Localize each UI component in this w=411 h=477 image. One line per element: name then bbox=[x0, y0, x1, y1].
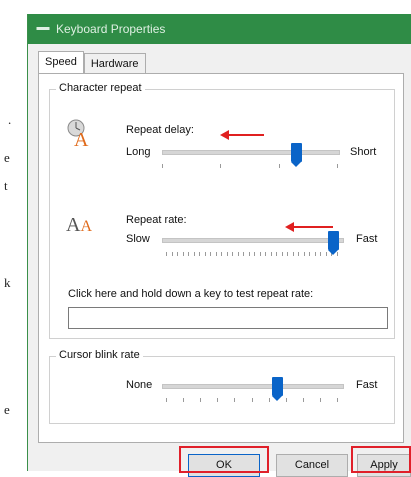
slider-tick bbox=[303, 252, 305, 256]
slider-tick bbox=[337, 398, 338, 402]
slider-tick bbox=[200, 398, 202, 402]
cursor-blink-thumb[interactable] bbox=[271, 377, 283, 401]
cancel-button[interactable]: Cancel bbox=[276, 454, 348, 477]
slider-tick bbox=[166, 252, 167, 256]
delay-clock-a-icon: A bbox=[67, 119, 89, 148]
slider-tick bbox=[243, 252, 245, 256]
slider-tick bbox=[314, 252, 316, 256]
keyboard-properties-window: Keyboard Properties Speed Hardware Chara… bbox=[27, 14, 411, 477]
character-repeat-group: Character repeat A Repeat delay: Long Sh… bbox=[49, 82, 395, 339]
slider-tick bbox=[270, 252, 272, 256]
slider-ticks bbox=[162, 164, 338, 169]
slider-track bbox=[162, 238, 344, 243]
slider-tick bbox=[298, 252, 300, 256]
ok-highlight-box bbox=[179, 446, 269, 473]
repeat-delay-thumb[interactable] bbox=[290, 143, 302, 167]
background-text: . bbox=[8, 112, 12, 127]
cursor-blink-none-label: None bbox=[126, 379, 153, 391]
slider-tick bbox=[337, 164, 338, 168]
slider-tick bbox=[265, 252, 267, 256]
slider-tick bbox=[215, 252, 217, 256]
repeat-rate-thumb[interactable] bbox=[327, 231, 339, 255]
slider-tick bbox=[287, 252, 289, 256]
repeat-rate-fast-label: Fast bbox=[356, 233, 378, 245]
tab-speed[interactable]: Speed bbox=[38, 51, 84, 74]
slider-tick bbox=[221, 252, 223, 256]
background-text: t bbox=[4, 178, 8, 193]
slider-tick bbox=[182, 252, 184, 256]
slider-tick bbox=[278, 164, 280, 168]
red-arrow-annotation bbox=[220, 130, 264, 140]
repeat-rate-slow-label: Slow bbox=[126, 233, 150, 245]
slider-tick bbox=[281, 252, 283, 256]
red-arrow-annotation bbox=[285, 222, 333, 232]
slider-tick bbox=[177, 252, 179, 256]
svg-text:A: A bbox=[74, 129, 89, 148]
slider-track bbox=[162, 384, 344, 389]
slider-tick bbox=[292, 252, 294, 256]
slider-tick bbox=[248, 252, 250, 256]
character-repeat-label: Character repeat bbox=[56, 82, 145, 94]
slider-tick bbox=[162, 164, 163, 168]
cursor-blink-label: Cursor blink rate bbox=[56, 349, 143, 361]
slider-tick bbox=[183, 398, 185, 402]
slider-tick bbox=[237, 252, 239, 256]
slider-ticks bbox=[166, 398, 338, 403]
title-bar[interactable]: Keyboard Properties bbox=[28, 14, 411, 44]
test-repeat-input[interactable] bbox=[68, 307, 388, 329]
slider-tick bbox=[217, 398, 219, 402]
background-text: e bbox=[4, 150, 10, 165]
slider-tick bbox=[166, 398, 167, 402]
slider-ticks bbox=[166, 252, 338, 257]
slider-tick bbox=[171, 252, 173, 256]
slider-tick bbox=[210, 252, 212, 256]
slider-tick bbox=[234, 398, 236, 402]
slider-tick bbox=[188, 252, 190, 256]
repeat-rate-label: Repeat rate: bbox=[126, 214, 187, 226]
slider-tick bbox=[204, 252, 206, 256]
double-a-icon: AA bbox=[66, 214, 93, 236]
slider-tick bbox=[199, 252, 201, 256]
slider-tick bbox=[320, 252, 322, 256]
slider-tick bbox=[254, 252, 256, 256]
slider-tick bbox=[259, 252, 261, 256]
slider-tick bbox=[232, 252, 234, 256]
speed-panel: Character repeat A Repeat delay: Long Sh… bbox=[38, 73, 404, 443]
keyboard-icon bbox=[36, 27, 50, 30]
slider-tick bbox=[285, 398, 287, 402]
slider-tick bbox=[276, 252, 278, 256]
background-text: e bbox=[4, 402, 10, 417]
slider-tick bbox=[226, 252, 228, 256]
repeat-delay-long-label: Long bbox=[126, 146, 151, 158]
background-text: k bbox=[4, 275, 11, 290]
slider-tick bbox=[302, 398, 304, 402]
test-repeat-label: Click here and hold down a key to test r… bbox=[68, 288, 314, 300]
slider-tick bbox=[319, 398, 321, 402]
cursor-blink-group: Cursor blink rate None Fast bbox=[49, 349, 395, 424]
repeat-delay-short-label: Short bbox=[350, 146, 377, 158]
slider-tick bbox=[220, 164, 222, 168]
cursor-blink-fast-label: Fast bbox=[356, 379, 378, 391]
repeat-delay-label: Repeat delay: bbox=[126, 124, 194, 136]
tab-strip: Speed Hardware bbox=[38, 51, 146, 74]
tab-hardware[interactable]: Hardware bbox=[83, 53, 146, 74]
slider-tick bbox=[193, 252, 195, 256]
apply-highlight-box bbox=[351, 446, 411, 473]
window-title: Keyboard Properties bbox=[56, 22, 166, 36]
slider-tick bbox=[268, 398, 270, 402]
slider-tick bbox=[251, 398, 253, 402]
slider-track bbox=[162, 150, 340, 155]
slider-tick bbox=[309, 252, 311, 256]
